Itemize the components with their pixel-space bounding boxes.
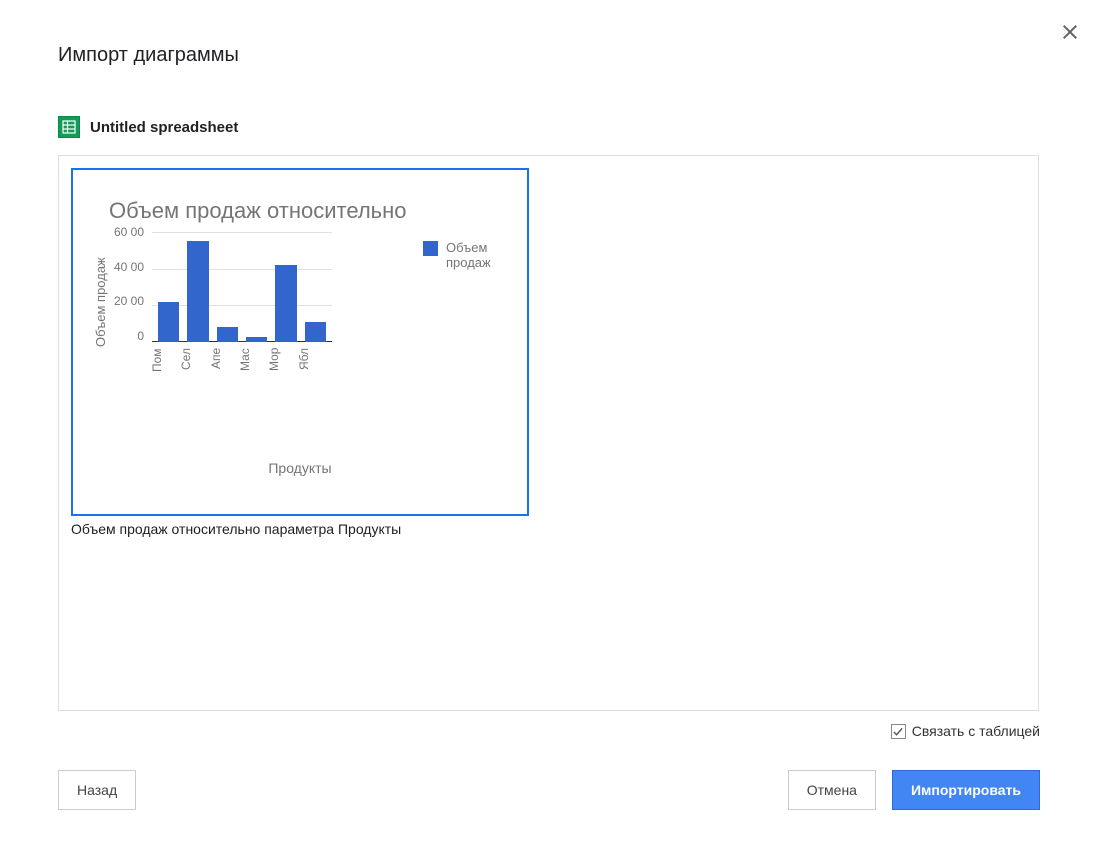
x-tick: Пом bbox=[150, 348, 171, 388]
chart-title: Объем продаж относительно bbox=[109, 198, 507, 224]
file-row: Untitled spreadsheet bbox=[58, 116, 238, 138]
y-axis-label: Объем продаж bbox=[93, 232, 108, 372]
chart-bar bbox=[158, 302, 179, 342]
x-tick: Ябл bbox=[297, 348, 318, 388]
import-button[interactable]: Импортировать bbox=[892, 770, 1040, 810]
cancel-button[interactable]: Отмена bbox=[788, 770, 876, 810]
chart-bar bbox=[217, 327, 238, 342]
chart-bar bbox=[275, 265, 296, 342]
file-name: Untitled spreadsheet bbox=[90, 119, 238, 136]
x-tick: Мас bbox=[238, 348, 259, 388]
dialog-title: Импорт диаграммы bbox=[58, 44, 239, 67]
x-tick: Мор bbox=[267, 348, 288, 388]
x-tick: Апе bbox=[209, 348, 230, 388]
link-to-spreadsheet-row[interactable]: Связать с таблицей bbox=[891, 723, 1040, 739]
chart-bar bbox=[246, 337, 267, 343]
chart-plot bbox=[152, 232, 332, 342]
chart-picker-panel: Объем продаж относительно Объем продаж О… bbox=[58, 155, 1039, 711]
chart-caption: Объем продаж относительно параметра Прод… bbox=[71, 520, 529, 538]
link-checkbox[interactable] bbox=[891, 724, 906, 739]
x-axis-label: Продукты bbox=[93, 460, 507, 476]
chart-bar bbox=[305, 322, 326, 342]
back-button[interactable]: Назад bbox=[58, 770, 136, 810]
chart-thumbnail[interactable]: Объем продаж относительно Объем продаж О… bbox=[71, 168, 529, 516]
x-ticks: Пом Сел Апе Мас Мор Ябл bbox=[144, 348, 324, 388]
close-icon[interactable] bbox=[1058, 20, 1082, 44]
x-tick: Сел bbox=[179, 348, 200, 388]
sheets-icon bbox=[58, 116, 80, 138]
link-label: Связать с таблицей bbox=[912, 723, 1040, 739]
chart-bar bbox=[187, 241, 208, 342]
y-ticks: 60 00 40 00 20 00 0 bbox=[114, 232, 144, 342]
